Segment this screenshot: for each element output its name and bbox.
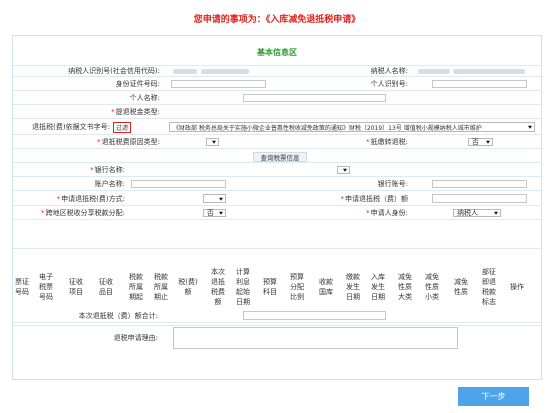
page-title: 您申请的事项为：《入库减免退抵税申请》 <box>193 15 361 25</box>
bank-name-label: * 银行名称: <box>90 166 125 174</box>
refund-amount-label: * 申请退抵税（费）额 <box>340 194 409 203</box>
next-step-button[interactable]: 下一步 <box>458 387 529 406</box>
row-cross-region: * 跨地区税收分享税款分配: 否 * 申请人身份: 纳税人 <box>13 207 541 220</box>
current-total-input[interactable] <box>243 311 386 320</box>
refund-method-label: * 申请退抵税(费)方式: <box>56 194 125 203</box>
refund-reason-type-label: * 退抵税费原因类型: <box>97 138 160 146</box>
row-taxpayer: 纳税人识别号(社会信用代码): 纳税人名称: <box>13 65 541 77</box>
person-name-input[interactable] <box>243 94 386 102</box>
row-bank-name: * 银行名称: <box>13 164 541 177</box>
applicant-identity-select[interactable]: 纳税人 <box>453 209 501 217</box>
filter-button[interactable]: 过滤 <box>113 122 132 133</box>
section-title: 基本信息区 <box>257 48 297 57</box>
row-person-name: 个人名称: <box>13 92 541 105</box>
row-refund-method: * 申请退抵税(费)方式: * 申请退抵税（费）额 <box>13 192 541 206</box>
refund-reason-type-select[interactable] <box>206 138 219 146</box>
account-name-label: 账户名称: <box>94 180 125 188</box>
offset-tax-select[interactable]: 否 <box>468 138 493 146</box>
chevron-down-icon <box>212 140 216 144</box>
account-number-label: 银行账号: <box>377 180 408 188</box>
row-refund-fund-type: * 提退税金类型: <box>13 106 541 119</box>
account-number-input[interactable] <box>432 180 527 188</box>
taxpayer-id-value-2 <box>201 69 249 74</box>
chevron-down-icon <box>486 140 490 144</box>
taxpayer-name-value-2 <box>453 69 525 74</box>
chevron-down-icon <box>219 211 223 215</box>
row-current-total: 本次退抵税（费）额合计: <box>13 309 541 323</box>
taxpayer-name-value <box>418 69 450 74</box>
taxpayer-id-label: 纳税人识别号(社会信用代码): <box>68 67 160 75</box>
refund-fund-type-label: * 提退税金类型: <box>111 108 160 116</box>
applicant-identity-label: * 申请人身份: <box>366 209 408 217</box>
chevron-down-icon <box>219 197 223 201</box>
query-tax-ticket-button[interactable]: 查询税票信息 <box>253 152 307 162</box>
offset-tax-label: * 抵缴转退税: <box>366 138 408 146</box>
cross-region-label: * 跨地区税收分享税款分配: <box>41 209 125 217</box>
taxpayer-name-label: 纳税人名称: <box>370 67 408 75</box>
row-doc-number: 退抵税(费)依据文书字号: 过滤 《财政部 税务总局关于实施小微企业普惠性税收减… <box>13 120 541 135</box>
person-tax-id-input[interactable] <box>432 80 527 88</box>
chevron-down-icon <box>343 168 347 172</box>
refund-amount-input[interactable] <box>432 194 527 203</box>
chevron-down-icon <box>528 125 532 129</box>
refund-method-select[interactable] <box>203 194 226 203</box>
row-id: 身份证件号码: 个人识别号: <box>13 78 541 91</box>
row-reason-type: * 退抵税费原因类型: * 抵缴转退税: 否 <box>13 136 541 149</box>
account-name-input[interactable] <box>131 180 226 188</box>
doc-number-select[interactable]: 《财政部 税务总局关于实施小微企业普惠性税收减免政策的通知》财税〔2019〕13… <box>169 122 535 132</box>
id-number-input[interactable] <box>171 80 266 88</box>
row-query: 查询税票信息 <box>13 150 541 163</box>
bank-name-select[interactable] <box>337 166 350 174</box>
basic-info-form: 基本信息区 纳税人识别号(社会信用代码): 纳税人名称: 身份证件号码: 个人识… <box>12 35 542 380</box>
bullet-dot: · <box>12 373 14 380</box>
row-account: 账户名称: 银行账号: <box>13 178 541 191</box>
taxpayer-id-value <box>173 69 197 74</box>
cross-region-select[interactable]: 否 <box>203 209 226 217</box>
reason-label: 退税申请理由: <box>113 334 158 342</box>
person-name-label: 个人名称: <box>129 94 160 102</box>
chevron-down-icon <box>494 211 498 215</box>
reason-textarea[interactable] <box>173 327 458 349</box>
id-number-label: 身份证件号码: <box>115 80 160 88</box>
doc-number-label: 退抵税(费)依据文书字号: <box>32 123 110 131</box>
current-total-label: 本次退抵税（费）额合计: <box>78 311 158 320</box>
person-tax-id-label: 个人识别号: <box>370 80 408 88</box>
